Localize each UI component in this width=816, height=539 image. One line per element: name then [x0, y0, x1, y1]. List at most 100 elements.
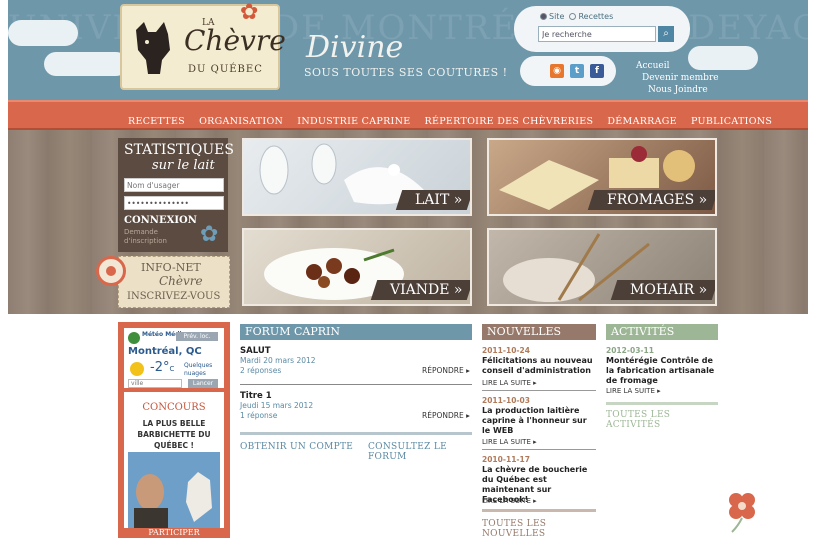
activity-date: 2012-03-11 — [606, 346, 654, 355]
news-headline[interactable]: Félicitations au nouveau conseil d'admin… — [482, 356, 596, 376]
flower-icon: ✿ — [240, 0, 259, 25]
search-scope: Site Recettes — [540, 12, 613, 21]
infonet-banner[interactable]: INFO-NET Chèvre INSCRIVEZ-VOUS — [118, 256, 230, 308]
search-input[interactable] — [538, 26, 656, 42]
main-nav: RECETTES ORGANISATION INDUSTRIE CAPRINE … — [8, 100, 808, 130]
username-input[interactable] — [124, 178, 224, 192]
flower-icon — [729, 493, 755, 533]
top-links: Accueil Devenir membre Nous Joindre — [636, 60, 719, 96]
radio-site[interactable] — [540, 13, 547, 20]
news-title: NOUVELLES — [482, 324, 596, 340]
nav-organisation[interactable]: ORGANISATION — [199, 116, 283, 127]
read-more-link[interactable]: LIRE LA SUITE ▸ — [482, 438, 537, 446]
weather-city: Montréal, QC — [128, 346, 202, 357]
password-input[interactable] — [124, 196, 224, 210]
forum-section: FORUM CAPRIN SALUT Mardi 20 mars 2012 2 … — [240, 324, 472, 462]
tile-viande-label: VIANDE » — [370, 280, 470, 300]
news-headline[interactable]: La production laitière caprine à l'honne… — [482, 406, 596, 436]
go-button[interactable]: Lancer — [188, 379, 218, 388]
radio-site-label: Site — [549, 12, 565, 21]
site-logo[interactable]: LA Chèvre DU QUÉBEC ✿ — [120, 0, 286, 90]
stats-subtitle: sur le lait — [152, 158, 215, 173]
contest-desc: LA PLUS BELLE BARBICHETTE DU QUÉBEC ! — [137, 419, 211, 450]
nav-recettes[interactable]: RECETTES — [128, 116, 185, 127]
nav-publications[interactable]: PUBLICATIONS — [691, 116, 772, 127]
cloud-decor — [44, 52, 128, 76]
reply-button[interactable]: RÉPONDRE ▸ — [422, 411, 470, 420]
tagline-subtitle: SOUS TOUTES SES COUTURES ! — [304, 66, 508, 79]
meteo-contest-panel: Météo Média Prév. loc. Montréal, QC -2°C… — [118, 322, 230, 538]
activities-title: ACTIVITÉS — [606, 324, 718, 340]
forum-post-date: Jeudi 15 mars 2012 — [240, 401, 314, 410]
tile-mohair-label: MOHAIR » — [610, 280, 715, 300]
tile-viande[interactable]: VIANDE » — [242, 228, 472, 306]
consult-forum-link[interactable]: CONSULTEZ LE FORUM — [368, 442, 472, 462]
read-more-link[interactable]: LIRE LA SUITE ▸ — [606, 387, 661, 395]
link-devenir-membre[interactable]: Devenir membre — [636, 72, 719, 84]
infonet-line2: Chèvre — [159, 274, 203, 288]
news-date: 2010-11-17 — [482, 455, 530, 464]
contest-photo — [128, 452, 220, 528]
tile-mohair[interactable]: MOHAIR » — [487, 228, 717, 306]
forum-post-title[interactable]: Titre 1 — [240, 391, 272, 401]
link-accueil[interactable]: Accueil — [636, 60, 719, 72]
divider — [482, 390, 596, 391]
news-date: 2011-10-24 — [482, 346, 530, 355]
infonet-line1: INFO-NET — [141, 261, 201, 274]
nav-industrie-caprine[interactable]: INDUSTRIE CAPRINE — [297, 116, 410, 127]
all-activities-link[interactable]: TOUTES LES ACTIVITÉS — [606, 410, 718, 430]
news-date: 2011-10-03 — [482, 396, 530, 405]
news-section: NOUVELLES 2011-10-24 Félicitations au no… — [482, 324, 596, 539]
stats-login-panel: STATISTIQUES sur le lait CONNEXION Deman… — [118, 138, 234, 252]
divider — [482, 449, 596, 450]
divider — [606, 402, 718, 405]
weather-widget: Météo Média Prév. loc. Montréal, QC -2°C… — [124, 328, 224, 388]
logo-name: Chèvre — [184, 24, 286, 57]
twitter-icon[interactable]: t — [570, 64, 584, 78]
radio-recipes[interactable] — [569, 13, 577, 20]
request-link[interactable]: Demande d'inscription — [124, 228, 184, 246]
read-more-link[interactable]: LIRE LA SUITE ▸ — [482, 379, 537, 387]
facebook-icon[interactable]: f — [590, 64, 604, 78]
reply-button[interactable]: RÉPONDRE ▸ — [422, 366, 470, 375]
social-cloud: ◉ t f — [520, 56, 616, 86]
participate-button[interactable]: PARTICIPER — [124, 528, 224, 538]
radio-recipes-label: Recettes — [578, 12, 614, 21]
stats-title: STATISTIQUES — [124, 142, 234, 158]
login-button[interactable]: CONNEXION — [124, 215, 197, 226]
page: UNIVERSITÉ DE MONTRÉAL · PANDEYAOURT LA … — [0, 0, 816, 539]
activities-section: ACTIVITÉS 2012-03-11 Montérégie Contrôle… — [606, 324, 718, 430]
forum-post-replies[interactable]: 2 réponses — [240, 366, 281, 375]
search-button[interactable]: ⌕ — [658, 26, 674, 42]
forum-post-date: Mardi 20 mars 2012 — [240, 356, 316, 365]
search-cloud: Site Recettes ⌕ — [514, 6, 690, 52]
city-input[interactable] — [128, 379, 182, 388]
goat-logo-icon — [136, 22, 170, 74]
activity-headline[interactable]: Montérégie Contrôle de la fabrication ar… — [606, 356, 718, 386]
meteomedia-logo-icon — [128, 332, 140, 344]
weather-condition: Quelques nuages — [184, 362, 213, 377]
nav-demarrage[interactable]: DÉMARRAGE — [607, 116, 677, 127]
cloud-decor — [8, 20, 78, 46]
sun-icon — [130, 362, 144, 376]
button-badge-icon — [96, 256, 126, 286]
contest-title: CONCOURS — [142, 402, 206, 413]
logo-sub: DU QUÉBEC — [188, 64, 263, 75]
flower-icon: ✿ — [200, 222, 219, 247]
all-news-link[interactable]: TOUTES LES NOUVELLES — [482, 519, 596, 539]
search-icon: ⌕ — [663, 28, 669, 39]
divider — [482, 509, 596, 512]
read-more-link[interactable]: LIRE LA SUITE ▸ — [482, 497, 537, 505]
rss-icon[interactable]: ◉ — [550, 64, 564, 78]
forecast-button[interactable]: Prév. loc. — [176, 332, 218, 341]
man-and-goat-image — [128, 452, 220, 528]
nav-repertoire[interactable]: RÉPERTOIRE DES CHÈVRERIES — [425, 116, 594, 127]
tile-fromages[interactable]: FROMAGES » — [487, 138, 717, 216]
forum-post-replies[interactable]: 1 réponse — [240, 411, 277, 420]
tile-lait[interactable]: LAIT » — [242, 138, 472, 216]
link-nous-joindre[interactable]: Nous Joindre — [636, 84, 719, 96]
forum-post-title[interactable]: SALUT — [240, 346, 271, 356]
tile-fromages-label: FROMAGES » — [587, 190, 715, 210]
get-account-link[interactable]: OBTENIR UN COMPTE — [240, 442, 353, 452]
divider — [240, 432, 472, 435]
